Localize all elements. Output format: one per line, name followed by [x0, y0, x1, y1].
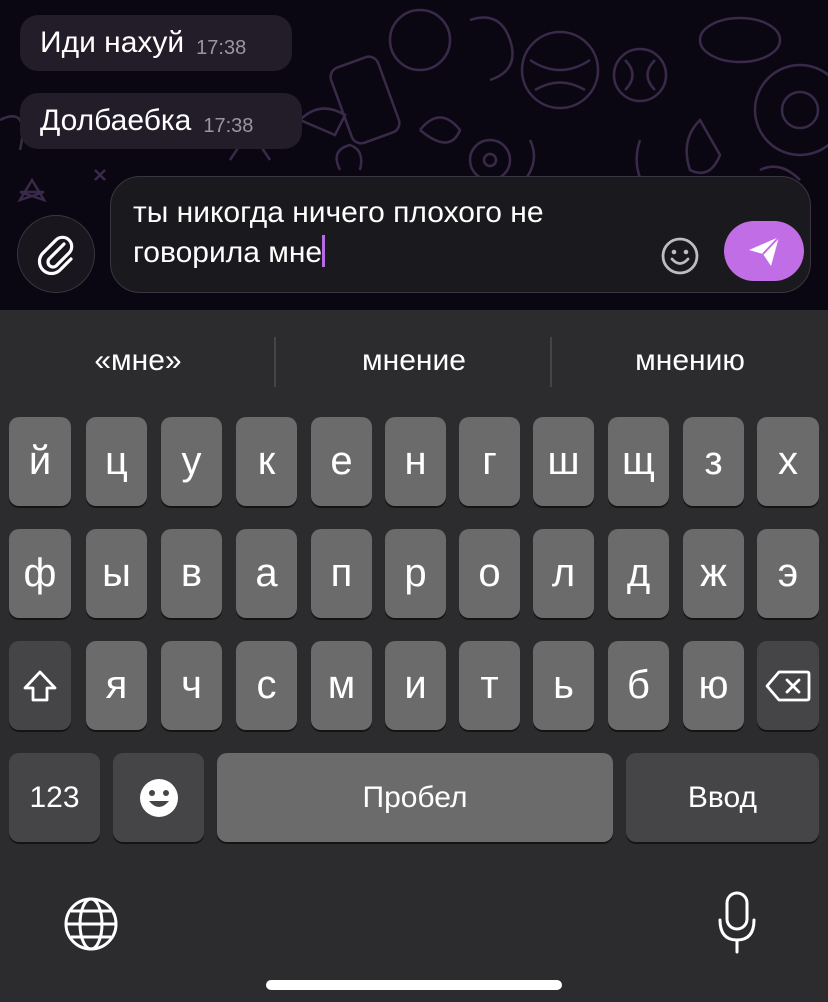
key-letter[interactable]: ж — [683, 529, 744, 618]
dictation-button[interactable] — [715, 890, 759, 956]
suggestion-3[interactable]: мнению — [552, 336, 828, 386]
key-letter[interactable]: ч — [161, 641, 222, 730]
key-letter[interactable]: й — [9, 417, 71, 506]
key-letter[interactable]: х — [757, 417, 819, 506]
key-letter[interactable]: э — [757, 529, 819, 618]
key-letter[interactable]: о — [459, 529, 520, 618]
text-caret — [322, 235, 326, 267]
key-letter[interactable]: у — [161, 417, 222, 506]
key-letter[interactable]: д — [608, 529, 669, 618]
message-bubble[interactable]: Иди нахуй 17:38 — [20, 15, 292, 71]
key-letter[interactable]: г — [459, 417, 520, 506]
message-time: 17:38 — [196, 36, 247, 59]
backspace-key[interactable] — [757, 641, 819, 730]
message-bubble[interactable]: Долбаебка 17:38 — [20, 93, 302, 149]
key-letter[interactable]: в — [161, 529, 222, 618]
return-key[interactable]: Ввод — [626, 753, 819, 842]
backspace-icon — [765, 670, 811, 701]
globe-button[interactable] — [62, 895, 120, 953]
emoji-button[interactable] — [659, 235, 701, 277]
paper-plane-icon — [749, 236, 780, 266]
message-text: Долбаебка — [40, 104, 192, 137]
key-letter[interactable]: е — [311, 417, 372, 506]
chat-area: Иди нахуй 17:38 Долбаебка 17:38 ты никог… — [0, 0, 828, 310]
message-input-text[interactable]: ты никогда ничего плохого не говорила мн… — [133, 193, 653, 273]
shift-arrow-icon — [23, 670, 57, 701]
suggestion-bar: «мне» мнение мнению — [0, 310, 828, 415]
key-letter[interactable]: щ — [608, 417, 669, 506]
input-line-last: говорила мне — [133, 233, 653, 273]
emoji-face-icon — [139, 778, 178, 817]
keyboard: «мне» мнение мнению й ц у к е н г ш щ з … — [0, 310, 828, 1002]
key-letter[interactable]: л — [533, 529, 594, 618]
key-letter[interactable]: т — [459, 641, 520, 730]
key-letter[interactable]: а — [236, 529, 297, 618]
message-time: 17:38 — [203, 114, 254, 137]
key-letter[interactable]: ф — [9, 529, 71, 618]
shift-key[interactable] — [9, 641, 71, 730]
key-letter[interactable]: с — [236, 641, 297, 730]
microphone-icon — [718, 891, 756, 954]
suggestion-1[interactable]: «мне» — [0, 336, 276, 386]
key-letter[interactable]: б — [608, 641, 669, 730]
key-letter[interactable]: р — [385, 529, 446, 618]
smiley-icon — [661, 237, 699, 275]
home-indicator[interactable] — [266, 980, 562, 990]
emoji-key[interactable] — [113, 753, 204, 842]
key-letter[interactable]: н — [385, 417, 446, 506]
attach-button[interactable] — [17, 215, 95, 293]
numbers-key[interactable]: 123 — [9, 753, 100, 842]
globe-icon — [64, 897, 118, 951]
suggestion-2[interactable]: мнение — [276, 336, 552, 386]
key-letter[interactable]: м — [311, 641, 372, 730]
key-letter[interactable]: и — [385, 641, 446, 730]
key-letter[interactable]: я — [86, 641, 147, 730]
key-letter[interactable]: ь — [533, 641, 594, 730]
key-letter[interactable]: п — [311, 529, 372, 618]
message-input[interactable]: ты никогда ничего плохого не говорила мн… — [110, 176, 811, 293]
send-button[interactable] — [724, 221, 804, 281]
key-letter[interactable]: ы — [86, 529, 147, 618]
key-letter[interactable]: ю — [683, 641, 744, 730]
key-letter[interactable]: ш — [533, 417, 594, 506]
key-letter[interactable]: з — [683, 417, 744, 506]
paperclip-icon — [37, 235, 74, 276]
message-text: Иди нахуй — [40, 26, 185, 59]
key-letter[interactable]: ц — [86, 417, 147, 506]
key-letter[interactable]: к — [236, 417, 297, 506]
space-key[interactable]: Пробел — [217, 753, 613, 842]
input-line-text: говорила мне — [133, 236, 323, 269]
input-line: ты никогда ничего плохого не — [133, 196, 544, 229]
